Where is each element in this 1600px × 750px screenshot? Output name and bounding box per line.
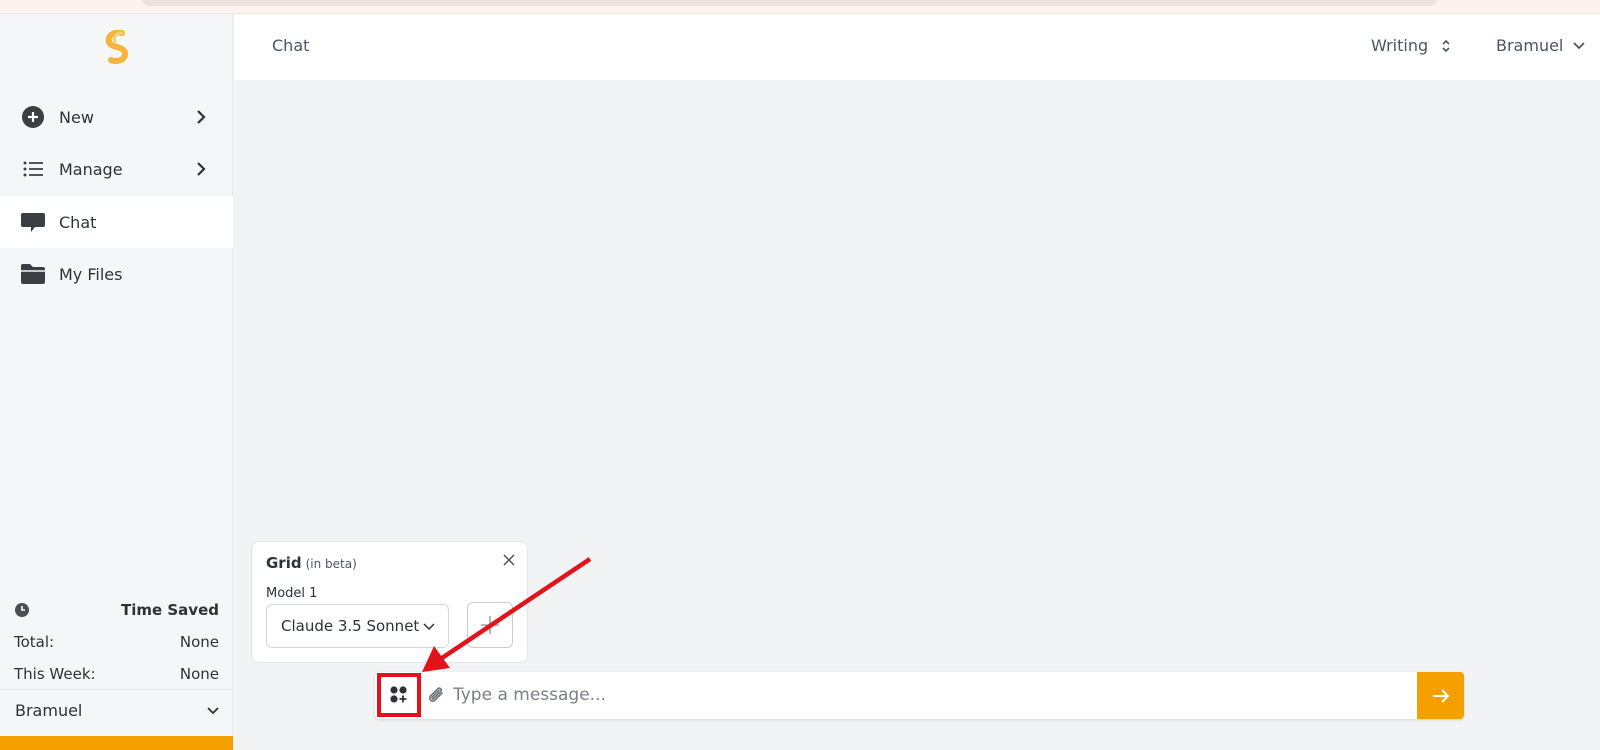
- user-menu-label: Bramuel: [1496, 36, 1564, 55]
- updown-chevron-icon: [1442, 39, 1450, 52]
- clock-icon: [15, 603, 29, 617]
- sidebar-footer-bar[interactable]: [0, 736, 233, 750]
- close-icon[interactable]: [501, 552, 517, 568]
- plus-icon: [481, 616, 499, 634]
- chevron-down-icon: [423, 623, 435, 631]
- top-header: Chat Writing Bramuel: [234, 14, 1600, 80]
- message-composer: [375, 672, 1464, 719]
- sidebar-item-new[interactable]: New: [0, 91, 233, 143]
- send-button[interactable]: [1417, 672, 1464, 719]
- time-saved-total-value: None: [179, 633, 219, 651]
- chevron-down-icon: [207, 706, 219, 714]
- time-saved-header: Time Saved: [14, 599, 219, 621]
- sidebar-item-label: My Files: [59, 264, 123, 284]
- list-icon: [20, 156, 46, 182]
- app-logo-icon[interactable]: [102, 30, 132, 64]
- time-saved-week-label: This Week:: [14, 665, 96, 683]
- sidebar-user-name: Bramuel: [15, 701, 83, 720]
- grid-panel-title-text: Grid: [266, 554, 302, 572]
- model-select-value: Claude 3.5 Sonnet: [281, 617, 420, 635]
- message-input[interactable]: [453, 680, 1353, 710]
- browser-top-strip: [0, 0, 1600, 14]
- paperclip-icon[interactable]: [425, 685, 447, 707]
- grid-panel-beta-tag: (in beta): [305, 557, 357, 571]
- chevron-right-icon: [197, 162, 206, 176]
- time-saved-title: Time Saved: [120, 601, 219, 619]
- address-bar[interactable]: [142, 0, 1437, 6]
- sidebar: New Manage Chat My Files Time Saved Tota…: [0, 14, 233, 750]
- grid-panel: Grid (in beta) Model 1 Claude 3.5 Sonnet: [251, 541, 528, 663]
- user-menu[interactable]: Bramuel: [1496, 36, 1586, 55]
- page-title: Chat: [272, 36, 310, 55]
- sidebar-item-chat[interactable]: Chat: [0, 196, 233, 248]
- model-label: Model 1: [266, 586, 318, 601]
- grid-plus-icon: [390, 686, 407, 703]
- sidebar-item-label: Chat: [59, 212, 97, 232]
- sidebar-user-menu[interactable]: Bramuel: [0, 689, 233, 731]
- grid-panel-title: Grid (in beta): [266, 554, 357, 572]
- chevron-down-icon: [1573, 41, 1586, 49]
- time-saved-week-value: None: [179, 665, 219, 683]
- folder-icon: [20, 261, 46, 287]
- chevron-right-icon: [197, 110, 206, 124]
- time-saved-total-label: Total:: [14, 633, 55, 651]
- time-saved-week-row: This Week: None: [14, 663, 219, 685]
- plus-circle-icon: [20, 104, 46, 130]
- mode-selector-label: Writing: [1371, 36, 1429, 55]
- sidebar-item-manage[interactable]: Manage: [0, 143, 233, 195]
- add-model-button[interactable]: [467, 602, 513, 648]
- chat-bubble-icon: [20, 209, 46, 235]
- model-select[interactable]: Claude 3.5 Sonnet: [266, 604, 449, 648]
- grid-toggle-button[interactable]: [377, 673, 421, 717]
- arrow-right-icon: [1432, 688, 1449, 703]
- mode-selector[interactable]: Writing: [1371, 36, 1452, 55]
- sidebar-item-label: New: [59, 107, 94, 127]
- sidebar-item-label: Manage: [59, 159, 123, 179]
- time-saved-total-row: Total: None: [14, 631, 219, 653]
- sidebar-item-my-files[interactable]: My Files: [0, 248, 233, 300]
